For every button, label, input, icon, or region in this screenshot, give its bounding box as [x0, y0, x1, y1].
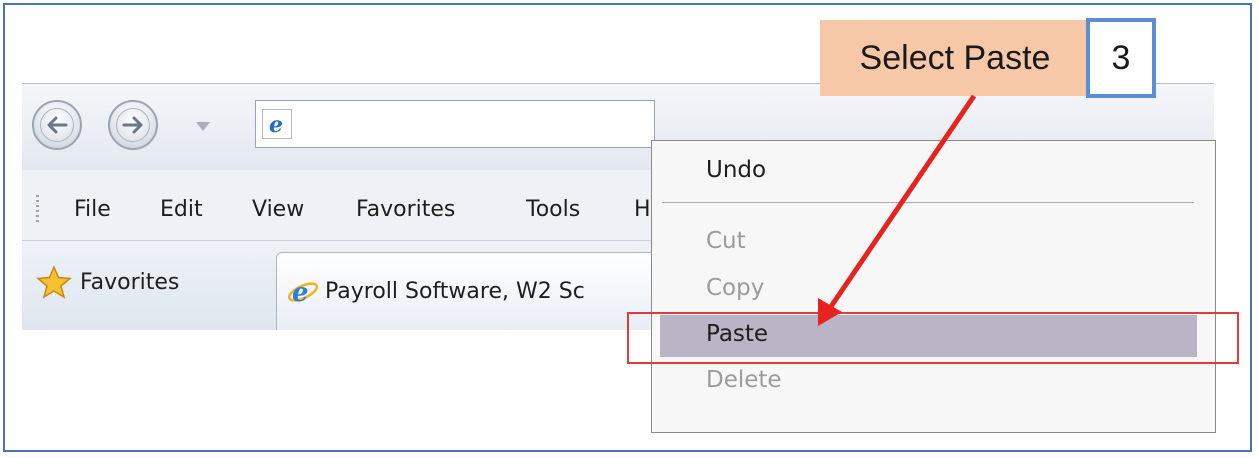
- instruction-callout: Select Paste: [820, 20, 1090, 96]
- context-menu-undo[interactable]: Undo: [706, 157, 766, 183]
- ie-icon: e: [262, 109, 292, 139]
- tab-title: Payroll Software, W2 Sc: [325, 279, 585, 304]
- address-bar[interactable]: [255, 100, 655, 148]
- back-icon: [40, 108, 74, 142]
- menu-favorites[interactable]: Favorites: [356, 197, 455, 222]
- back-button[interactable]: [32, 100, 82, 150]
- menu-view[interactable]: View: [252, 197, 304, 222]
- instruction-text: Select Paste: [859, 38, 1051, 77]
- toolbar-grip[interactable]: [36, 195, 39, 223]
- favorites-label: Favorites: [80, 269, 180, 295]
- svg-text:e: e: [269, 112, 283, 138]
- forward-icon: [116, 108, 150, 142]
- menu-tools[interactable]: Tools: [526, 197, 580, 222]
- step-number: 3: [1111, 38, 1131, 77]
- svg-text:e: e: [292, 278, 309, 308]
- menu-file[interactable]: File: [74, 197, 111, 222]
- context-menu: Undo Cut Copy Paste Delete: [651, 140, 1216, 433]
- browser-tab[interactable]: e Payroll Software, W2 Sc: [276, 252, 676, 330]
- context-menu-separator: [662, 202, 1194, 203]
- favorites-button[interactable]: Favorites: [36, 262, 179, 302]
- context-menu-copy[interactable]: Copy: [706, 275, 764, 301]
- paste-annotation-box: [627, 312, 1239, 364]
- context-menu-delete[interactable]: Delete: [706, 367, 782, 393]
- context-menu-cut[interactable]: Cut: [706, 228, 746, 254]
- menu-help[interactable]: H: [634, 197, 651, 222]
- forward-button[interactable]: [108, 100, 158, 150]
- menu-edit[interactable]: Edit: [160, 197, 203, 222]
- dropdown-icon[interactable]: [196, 122, 210, 131]
- ie-icon: e: [287, 278, 319, 308]
- step-number-badge: 3: [1086, 18, 1156, 98]
- favorites-star-icon: [36, 265, 72, 299]
- screenshot-stage: e File Edit View Favorites Tools H Favor…: [0, 0, 1259, 458]
